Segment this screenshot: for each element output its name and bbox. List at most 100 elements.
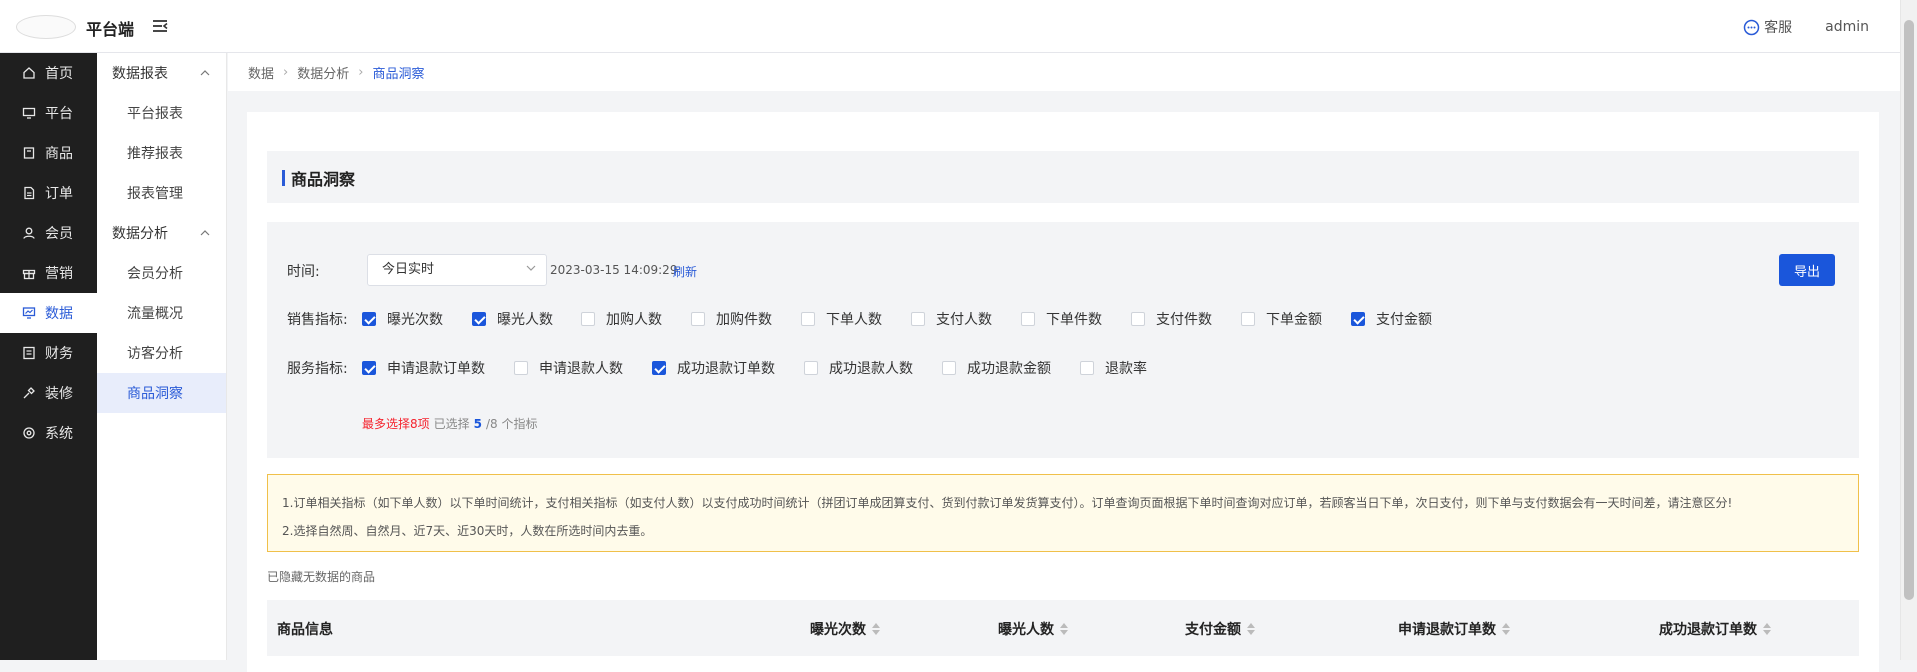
subnav-group-label: 数据报表 <box>112 66 168 82</box>
sort-icon[interactable] <box>872 623 880 635</box>
sort-icon[interactable] <box>1247 623 1255 635</box>
table-header: 商品信息 曝光次数 曝光人数 支付金额 申请退款订单数 成功退款订单数 <box>267 600 1859 656</box>
subnav-group-analysis[interactable]: 数据分析 <box>97 213 226 253</box>
checkbox-service-metric[interactable]: 成功退款订单数 <box>652 358 775 378</box>
sidebar-item-decorate[interactable]: 装修 <box>0 373 97 413</box>
checkbox-service-metric[interactable]: 申请退款订单数 <box>362 358 485 378</box>
checkbox-sales-metric[interactable]: 下单金额 <box>1241 309 1322 329</box>
sidebar-item-home[interactable]: 首页 <box>0 53 97 93</box>
checkbox-label: 加购人数 <box>606 312 662 328</box>
user-menu[interactable]: admin <box>1825 19 1869 35</box>
subnav-item-recommend-report[interactable]: 推荐报表 <box>97 133 226 173</box>
sidebar-item-label: 商品 <box>45 146 73 162</box>
checkbox-sales-metric[interactable]: 支付人数 <box>911 309 992 329</box>
subnav-group-reports[interactable]: 数据报表 <box>97 53 226 93</box>
column-exposure-count[interactable]: 曝光次数 <box>810 619 880 639</box>
chat-icon <box>1743 19 1760 35</box>
sidebar-item-label: 会员 <box>45 226 73 242</box>
checkbox-box <box>362 361 376 375</box>
subnav-item-traffic-overview[interactable]: 流量概况 <box>97 293 226 333</box>
refresh-link[interactable]: 刷新 <box>673 263 697 280</box>
checkbox-box <box>1131 312 1145 326</box>
checkbox-label: 成功退款金额 <box>967 361 1051 377</box>
sub-navigation: 数据报表 平台报表 推荐报表 报表管理 数据分析 会员分析 流量概况 访客分析 … <box>97 53 227 660</box>
title-accent-bar <box>282 170 285 186</box>
column-pay-amount[interactable]: 支付金额 <box>1185 619 1255 639</box>
sidebar-item-data[interactable]: 数据 <box>0 293 97 333</box>
menu-toggle-icon[interactable] <box>151 17 169 35</box>
home-icon <box>23 67 35 79</box>
subnav-item-visitor-analysis[interactable]: 访客分析 <box>97 333 226 373</box>
checkbox-sales-metric[interactable]: 支付金额 <box>1351 309 1432 329</box>
order-icon <box>24 186 35 200</box>
checkbox-label: 曝光人数 <box>497 312 553 328</box>
time-select[interactable]: 今日实时 <box>367 254 547 286</box>
checkbox-label: 申请退款订单数 <box>387 361 485 377</box>
time-label: 时间: <box>287 264 320 280</box>
hint-suffix: /8 个指标 <box>486 417 538 431</box>
checkbox-sales-metric[interactable]: 曝光人数 <box>472 309 553 329</box>
sidebar: 首页 平台 商品 订单 会员 营销 数据 财务 装修 系统 <box>0 53 97 660</box>
checkbox-label: 曝光次数 <box>387 312 443 328</box>
chevron-up-icon <box>200 70 210 76</box>
checkbox-service-metric[interactable]: 退款率 <box>1080 358 1147 378</box>
notice-box: 1.订单相关指标（如下单人数）以下单时间统计，支付相关指标（如支付人数）以支付成… <box>267 474 1859 552</box>
breadcrumb-item[interactable]: 数据分析 <box>297 63 349 82</box>
checkbox-sales-metric[interactable]: 下单件数 <box>1021 309 1102 329</box>
decorate-icon <box>23 387 35 399</box>
checkbox-box <box>942 361 956 375</box>
column-exposure-users[interactable]: 曝光人数 <box>998 619 1068 639</box>
time-select-value: 今日实时 <box>382 262 435 277</box>
sidebar-item-platform[interactable]: 平台 <box>0 93 97 133</box>
checkbox-service-metric[interactable]: 成功退款金额 <box>942 358 1051 378</box>
subnav-item-member-analysis[interactable]: 会员分析 <box>97 253 226 293</box>
checkbox-sales-metric[interactable]: 曝光次数 <box>362 309 443 329</box>
checkbox-service-metric[interactable]: 申请退款人数 <box>514 358 623 378</box>
checkbox-box <box>691 312 705 326</box>
checkbox-label: 成功退款订单数 <box>677 361 775 377</box>
checkbox-label: 加购件数 <box>716 312 772 328</box>
chevron-right-icon: › <box>358 64 364 80</box>
column-refund-apply-orders[interactable]: 申请退款订单数 <box>1398 619 1510 639</box>
sort-icon[interactable] <box>1763 623 1771 635</box>
hint-max: 最多选择8项 <box>362 417 430 431</box>
goods-icon <box>23 147 35 159</box>
column-label: 申请退款订单数 <box>1398 622 1496 638</box>
breadcrumb-item[interactable]: 数据 <box>248 63 274 82</box>
subnav-item-goods-insight[interactable]: 商品洞察 <box>97 373 226 413</box>
checkbox-box <box>362 312 376 326</box>
column-goods-info: 商品信息 <box>277 619 333 639</box>
chevron-up-icon <box>200 230 210 236</box>
checkbox-sales-metric[interactable]: 下单人数 <box>801 309 882 329</box>
checkbox-box <box>581 312 595 326</box>
sort-icon[interactable] <box>1502 623 1510 635</box>
column-label: 商品信息 <box>277 622 333 638</box>
current-datetime: 2023-03-15 14:09:29 <box>550 263 678 277</box>
sidebar-item-order[interactable]: 订单 <box>0 173 97 213</box>
sidebar-item-label: 首页 <box>45 66 73 82</box>
checkbox-sales-metric[interactable]: 加购件数 <box>691 309 772 329</box>
sidebar-item-member[interactable]: 会员 <box>0 213 97 253</box>
sidebar-item-finance[interactable]: 财务 <box>0 333 97 373</box>
page-scrollbar[interactable] <box>1900 0 1917 660</box>
scrollbar-thumb[interactable] <box>1904 20 1914 600</box>
hint-selected-prefix: 已选择 <box>433 417 470 431</box>
checkbox-label: 支付件数 <box>1156 312 1212 328</box>
column-refund-success-orders[interactable]: 成功退款订单数 <box>1659 619 1771 639</box>
sidebar-item-goods[interactable]: 商品 <box>0 133 97 173</box>
subnav-item-report-manage[interactable]: 报表管理 <box>97 173 226 213</box>
checkbox-sales-metric[interactable]: 加购人数 <box>581 309 662 329</box>
column-label: 成功退款订单数 <box>1659 622 1757 638</box>
sort-icon[interactable] <box>1060 623 1068 635</box>
customer-service-button[interactable]: 客服 <box>1743 17 1792 37</box>
sidebar-item-marketing[interactable]: 营销 <box>0 253 97 293</box>
checkbox-sales-metric[interactable]: 支付件数 <box>1131 309 1212 329</box>
sidebar-item-system[interactable]: 系统 <box>0 413 97 453</box>
subnav-item-platform-report[interactable]: 平台报表 <box>97 93 226 133</box>
checkbox-box <box>1021 312 1035 326</box>
sidebar-item-label: 系统 <box>45 426 73 442</box>
checkbox-service-metric[interactable]: 成功退款人数 <box>804 358 913 378</box>
page-title-box: 商品洞察 <box>267 151 1859 203</box>
main-content: 商品洞察 时间: 今日实时 2023-03-15 14:09:29 刷新 导出 … <box>247 112 1879 672</box>
export-button[interactable]: 导出 <box>1779 254 1835 286</box>
